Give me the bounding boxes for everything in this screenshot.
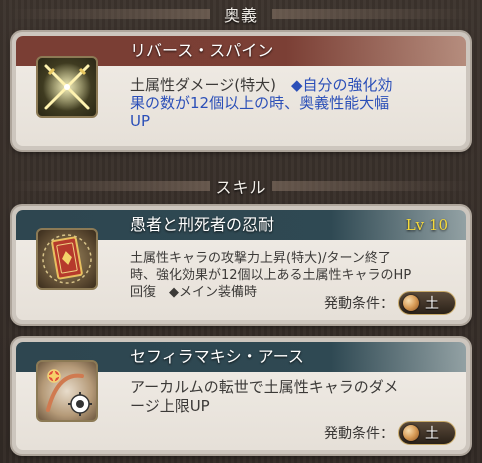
tarot-card-icon (36, 228, 98, 290)
skill-card-2[interactable]: セフィラマキシ・アース アーカルムの転世で土属性キャラのダメ ージ上限UP 発動… (12, 338, 470, 454)
skill-2-desc-line2: ージ上限UP (130, 397, 210, 415)
skill-2-condition-label: 発動条件： (324, 426, 394, 442)
skill-1-name: 愚者と刑死者の忍耐 (130, 215, 275, 234)
skill-1-level: Lv 10 (405, 216, 448, 234)
earth-orb-icon (403, 425, 419, 441)
ougi-desc-line1-b: ◆自分の強化効 (290, 76, 393, 94)
skill-1-desc-line1: 土属性キャラの攻撃力上昇(特大)/ターン終了 (130, 251, 391, 266)
earth-element-badge: 土 (398, 421, 456, 445)
skill-2-description: アーカルムの転世で土属性キャラのダメ ージ上限UP (130, 378, 458, 416)
ougi-section-header: 奥義 (0, 0, 482, 28)
skill-card-1[interactable]: 愚者と刑死者の忍耐 Lv 10 土属性キャラの攻撃力上昇(特大)/ターン終了 時… (12, 206, 470, 324)
earth-orb-icon (403, 295, 419, 311)
ougi-section-title: 奥義 (223, 6, 258, 25)
ougi-desc-line2: 果の数が12個以上の時、奥義性能大幅 (130, 94, 390, 112)
skill-2-desc-line1: アーカルムの転世で土属性キャラのダメ (130, 378, 399, 396)
ougi-card[interactable]: リバース・スパイン 土属性ダメージ(特大) ◆自分の強化効 果の数が12個以上の… (12, 32, 470, 150)
skill-1-condition-element: 土 (425, 296, 439, 312)
skill-1-condition: 発動条件： 土 (324, 291, 456, 315)
ougi-description: 土属性ダメージ(特大) ◆自分の強化効 果の数が12個以上の時、奥義性能大幅 U… (130, 76, 458, 130)
crossed-swords-icon (36, 56, 98, 118)
skill-1-condition-label: 発動条件： (324, 296, 394, 312)
skill-1-desc-line2: 時、強化効果が12個以上ある土属性キャラのHP (130, 268, 412, 283)
ougi-name: リバース・スパイン (130, 41, 274, 60)
skill-2-condition: 発動条件： 土 (324, 421, 456, 445)
skill-section-header: スキル (0, 172, 482, 200)
skill-2-condition-element: 土 (425, 426, 439, 442)
skill-2-name: セフィラマキシ・アース (130, 347, 304, 366)
earth-element-badge: 土 (398, 291, 456, 315)
sephira-maxi-icon (36, 360, 98, 422)
skill-section-title: スキル (215, 178, 267, 197)
ougi-desc-line1-a: 土属性ダメージ(特大) (130, 76, 291, 94)
ougi-desc-line3: UP (130, 112, 151, 130)
